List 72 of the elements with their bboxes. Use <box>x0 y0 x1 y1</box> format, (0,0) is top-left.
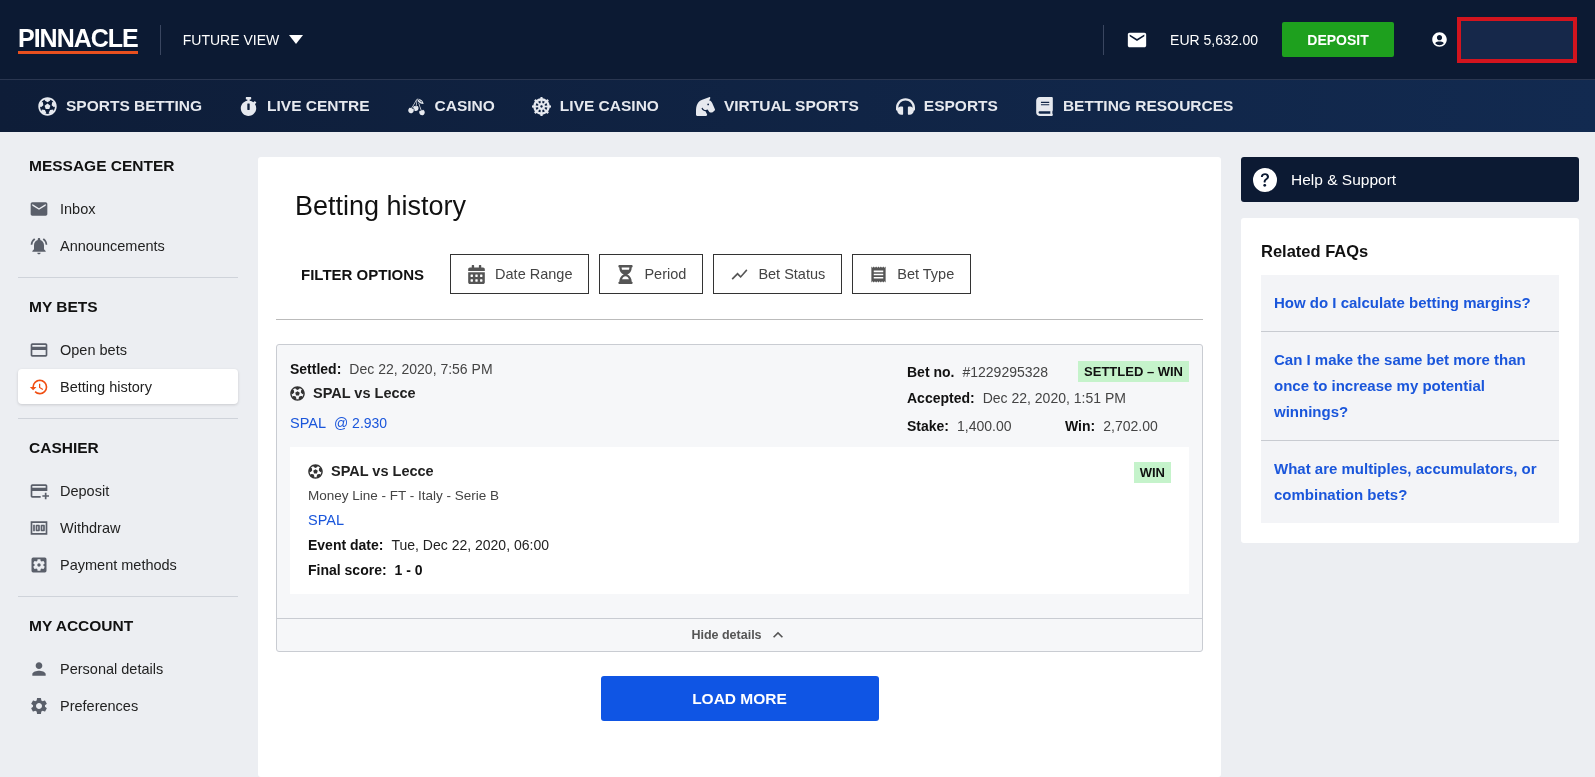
pick-link[interactable]: SPAL <box>308 512 549 528</box>
sidebar-item[interactable]: Personal details <box>18 651 238 686</box>
nav-item[interactable]: CASINO <box>406 96 495 116</box>
win-label: Win: <box>1065 418 1096 434</box>
help-support-button[interactable]: Help & Support <box>1241 157 1579 202</box>
stopwatch-icon <box>239 96 259 116</box>
bet-number-label: Bet no. <box>907 363 955 380</box>
sidebar-heading: CASHIER <box>28 439 100 457</box>
sidebar-heading: MESSAGE CENTER <box>28 157 176 175</box>
sidebar-item[interactable]: Betting history <box>18 369 238 404</box>
sidebar-item[interactable]: Open bets <box>18 332 238 367</box>
view-menu[interactable]: FUTURE VIEW <box>182 31 304 48</box>
sidebar-item[interactable]: Announcements <box>18 228 238 263</box>
market-text: Money Line - FT - Italy - Serie B <box>308 488 501 503</box>
filter-button[interactable]: Bet Status <box>713 254 843 294</box>
bell-icon <box>29 235 49 256</box>
logo[interactable]: PINNACLE <box>18 25 138 54</box>
roulette-wheel-icon <box>531 96 551 116</box>
faq-link[interactable]: Can I make the same bet more than once to increase my potential winnings? <box>1261 332 1559 441</box>
cherries-icon <box>406 96 426 116</box>
faq-link[interactable]: What are multiples, accumulators, or combination bets? <box>1261 441 1559 523</box>
filter-button[interactable]: Period <box>599 254 704 294</box>
headset-icon <box>895 96 915 116</box>
stake-value: 1,400.00 <box>957 418 1013 434</box>
user-icon[interactable] <box>1432 32 1447 47</box>
faq-heading: Related FAQs <box>1261 242 1370 261</box>
load-more-button[interactable]: LOAD MORE <box>600 676 879 721</box>
result-badge: WIN <box>1133 462 1171 483</box>
sidebar-item[interactable]: Preferences <box>18 688 238 723</box>
event-date-label: Event date: <box>308 537 384 553</box>
calendar-icon <box>467 264 487 284</box>
caret-icon <box>289 35 304 44</box>
book-icon <box>1034 96 1054 116</box>
page-title: Betting history <box>295 191 468 222</box>
win-value: 2,702.00 <box>1103 418 1158 434</box>
nav-item[interactable]: BETTING RESOURCES <box>1034 96 1234 116</box>
sidebar-heading: MY BETS <box>28 298 99 316</box>
odds: @ 2.930 <box>334 415 388 431</box>
nav-item[interactable]: VIRTUAL SPORTS <box>695 96 859 116</box>
sidebar-item[interactable]: Payment methods <box>18 547 238 582</box>
accepted-label: Accepted: <box>907 390 975 406</box>
final-score: 1 - 0 <box>394 562 423 578</box>
event-date: Tue, Dec 22, 2020, 06:00 <box>391 537 549 553</box>
settled-label: Settled: <box>290 361 342 377</box>
sidebar-item[interactable]: Withdraw <box>18 510 238 545</box>
pick-link[interactable]: SPAL <box>290 415 326 431</box>
horse-head-icon <box>695 96 715 116</box>
hourglass-icon <box>616 264 636 284</box>
receipt-icon <box>869 264 889 284</box>
sidebar-item[interactable]: Deposit <box>18 473 238 508</box>
status-badge: SETTLED – WIN <box>1078 361 1189 382</box>
sidebar-item[interactable]: Inbox <box>18 191 238 226</box>
settings-icon <box>29 695 49 716</box>
faq-link[interactable]: How do I calculate betting margins? <box>1261 275 1559 332</box>
bet-number: #1229295328 <box>962 363 1049 380</box>
event-name: SPAL vs Lecce <box>313 385 416 401</box>
nav-item[interactable]: LIVE CENTRE <box>239 96 370 116</box>
nav-item[interactable]: SPORTS BETTING <box>38 96 203 116</box>
balance: EUR 5,632.00 <box>1170 31 1258 48</box>
hide-details-toggle[interactable]: Hide details <box>277 618 1202 651</box>
filter-label: FILTER OPTIONS <box>301 265 425 283</box>
stake-label: Stake: <box>907 418 950 434</box>
sidebar-heading: MY ACCOUNT <box>28 617 135 635</box>
question-icon <box>1253 167 1277 192</box>
filter-button[interactable]: Bet Type <box>852 254 972 294</box>
filter-button[interactable]: Date Range <box>450 254 590 294</box>
final-score-label: Final score: <box>308 562 387 578</box>
settled-date: Dec 22, 2020, 7:56 PM <box>349 361 493 377</box>
event-name: SPAL vs Lecce <box>331 463 434 479</box>
nav-item[interactable]: ESPORTS <box>895 96 998 116</box>
accepted-date: Dec 22, 2020, 1:51 PM <box>982 390 1126 406</box>
nav-item[interactable]: LIVE CASINO <box>531 96 659 116</box>
